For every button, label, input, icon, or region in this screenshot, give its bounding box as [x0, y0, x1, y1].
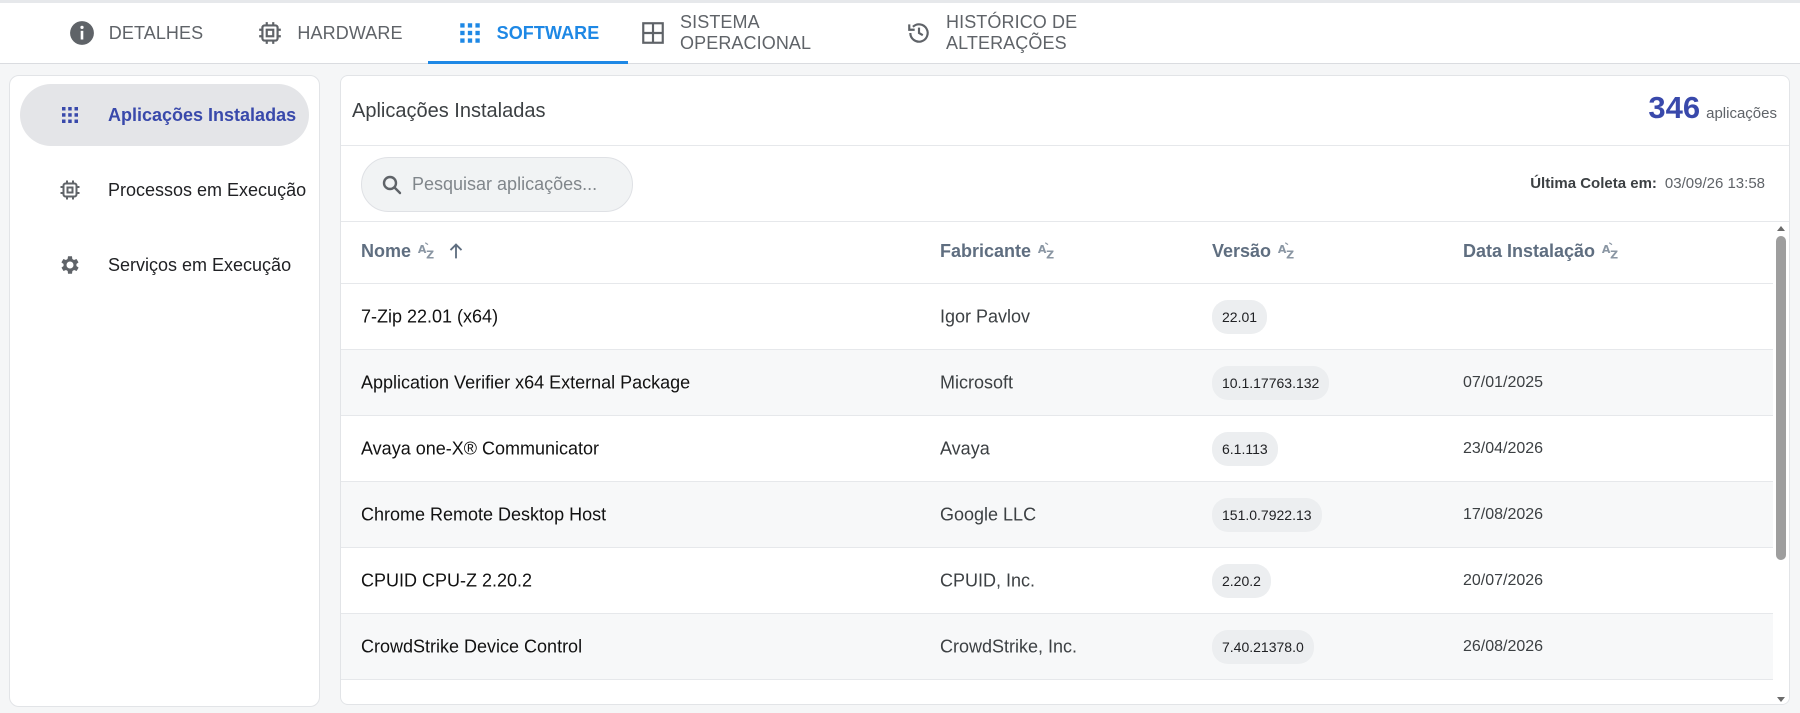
sidebar-item-label: Processos em Execução — [108, 179, 307, 200]
cell-nome: 7-Zip 22.01 (x64) — [361, 306, 499, 326]
page-title: Aplicações Instaladas — [352, 100, 546, 122]
cell-data: 20/07/2026 — [1463, 571, 1544, 589]
app-count: 346 aplicações — [1648, 90, 1777, 126]
cell-data: 26/08/2026 — [1463, 637, 1544, 655]
svg-text:Z: Z — [1286, 248, 1294, 261]
cell-fabricante: Igor Pavlov — [940, 306, 1031, 326]
app-count-label: aplicações — [1706, 105, 1777, 122]
cell-nome: CPUID CPU-Z 2.20.2 — [361, 570, 533, 590]
card-header: Aplicações Instaladas 346 aplicações — [341, 76, 1789, 146]
tab-label: HARDWARE — [297, 22, 403, 43]
cell-fabricante: Microsoft — [940, 372, 1014, 392]
tab-label: SOFTWARE — [496, 22, 600, 43]
version-pill: 2.20.2 — [1212, 563, 1271, 598]
table-row[interactable]: Application Verifier x64 External Packag… — [341, 350, 1773, 416]
last-collect-label: Última Coleta em: — [1530, 175, 1657, 192]
info-icon — [69, 21, 94, 45]
table-header: Nome AZ Fabricante AZ Versão AZ Data Ins… — [341, 222, 1773, 284]
column-header-versao[interactable]: Versão AZ — [1212, 240, 1299, 262]
table-row-partial[interactable] — [341, 680, 1773, 704]
cell-data: 23/04/2026 — [1463, 439, 1544, 457]
cell-data: 07/01/2025 — [1463, 373, 1544, 391]
cell-versao: 7.40.21378.0 — [1212, 629, 1314, 664]
tab-historico[interactable]: HISTÓRICO DE ALTERAÇÕES — [906, 3, 1180, 63]
version-pill: 6.1.113 — [1212, 431, 1278, 466]
software-sidebar: Aplicações Instaladas Processos em Execu… — [9, 75, 320, 707]
version-pill: 10.1.17763.132 — [1212, 365, 1330, 400]
cell-versao: 22.01 — [1212, 299, 1268, 334]
tab-hardware[interactable]: HARDWARE — [250, 3, 410, 63]
sort-az-icon: AZ — [1602, 242, 1618, 261]
search-icon — [382, 175, 402, 195]
sort-az-icon: AZ — [418, 242, 434, 261]
gear-icon — [61, 256, 79, 274]
tab-software[interactable]: SOFTWARE — [428, 3, 628, 64]
cell-fabricante: CPUID, Inc. — [940, 570, 1036, 590]
version-pill: 151.0.7922.13 — [1212, 497, 1322, 532]
column-header-data-instalacao[interactable]: Data Instalação AZ — [1463, 240, 1623, 262]
chip-icon — [60, 180, 80, 200]
tab-label: HISTÓRICO DE ALTERAÇÕES — [946, 12, 1078, 53]
search-input[interactable] — [412, 158, 622, 211]
scroll-up-arrow-icon[interactable] — [1776, 224, 1786, 234]
table-toolbar: Última Coleta em: 03/09/26 13:58 — [341, 146, 1789, 222]
cell-nome: Application Verifier x64 External Packag… — [361, 372, 691, 392]
scroll-down-arrow-icon[interactable] — [1776, 694, 1786, 704]
cell-versao: 2.20.2 — [1212, 563, 1271, 598]
sidebar-item-processos[interactable]: Processos em Execução — [20, 159, 309, 221]
tab-detalhes[interactable]: DETALHES — [54, 3, 218, 63]
table-row[interactable]: CrowdStrike Device Control CrowdStrike, … — [341, 614, 1773, 680]
svg-text:Z: Z — [426, 248, 434, 261]
cell-nome: Chrome Remote Desktop Host — [361, 504, 607, 524]
apps-grid-icon — [62, 107, 78, 123]
column-header-label: Versão — [1212, 240, 1272, 261]
apps-table: Nome AZ Fabricante AZ Versão AZ Data Ins… — [341, 222, 1773, 704]
sort-az-icon: AZ — [1278, 242, 1294, 261]
column-header-label: Nome — [361, 240, 412, 261]
cell-nome: CrowdStrike Device Control — [361, 636, 583, 656]
column-header-fabricante[interactable]: Fabricante AZ — [940, 240, 1059, 262]
last-collect: Última Coleta em: 03/09/26 13:58 — [1530, 175, 1765, 192]
table-row[interactable]: Avaya one-X® Communicator Avaya 6.1.113 … — [341, 416, 1773, 482]
apps-grid-icon — [459, 23, 480, 43]
cell-versao: 10.1.17763.132 — [1212, 365, 1330, 400]
table-row[interactable]: 7-Zip 22.01 (x64) Igor Pavlov 22.01 — [341, 284, 1773, 350]
sort-az-icon: AZ — [1038, 242, 1054, 261]
installed-apps-card: Aplicações Instaladas 346 aplicações Últ… — [340, 75, 1790, 705]
top-tab-bar: DETALHES HARDWARE SOFTWARE SISTEMA OPERA… — [0, 0, 1800, 64]
app-count-number: 346 — [1648, 90, 1701, 125]
cell-fabricante: CrowdStrike, Inc. — [940, 636, 1078, 656]
cell-fabricante: Google LLC — [940, 504, 1037, 524]
cell-versao: 151.0.7922.13 — [1212, 497, 1322, 532]
version-pill: 7.40.21378.0 — [1212, 629, 1314, 664]
column-header-label: Data Instalação — [1463, 240, 1596, 261]
column-header-nome[interactable]: Nome AZ — [361, 240, 467, 262]
svg-text:Z: Z — [1046, 248, 1054, 261]
column-header-label: Fabricante — [940, 240, 1032, 261]
svg-text:Z: Z — [1610, 248, 1618, 261]
table-scrollbar[interactable] — [1773, 222, 1789, 704]
scrollbar-thumb[interactable] — [1776, 236, 1786, 560]
tab-label: SISTEMA OPERACIONAL — [680, 12, 812, 53]
search-box[interactable] — [361, 157, 633, 212]
tab-label: DETALHES — [108, 22, 204, 43]
version-pill: 22.01 — [1212, 299, 1268, 334]
window-grid-icon — [642, 22, 664, 44]
sidebar-item-servicos[interactable]: Serviços em Execução — [20, 234, 309, 296]
cell-versao: 6.1.113 — [1212, 431, 1278, 466]
history-icon — [908, 23, 929, 43]
table-row[interactable]: Chrome Remote Desktop Host Google LLC 15… — [341, 482, 1773, 548]
cell-data: 17/08/2026 — [1463, 505, 1544, 523]
last-collect-value: 03/09/26 13:58 — [1664, 175, 1765, 192]
tab-sistema-operacional[interactable]: SISTEMA OPERACIONAL — [640, 3, 888, 63]
sidebar-item-label: Aplicações Instaladas — [108, 104, 297, 125]
chip-icon — [259, 22, 282, 44]
sidebar-item-aplicacoes[interactable]: Aplicações Instaladas — [20, 84, 309, 146]
arrow-up-icon — [449, 243, 463, 259]
sidebar-item-label: Serviços em Execução — [108, 254, 292, 275]
cell-nome: Avaya one-X® Communicator — [361, 438, 600, 458]
cell-fabricante: Avaya — [940, 438, 990, 458]
table-row[interactable]: CPUID CPU-Z 2.20.2 CPUID, Inc. 2.20.2 20… — [341, 548, 1773, 614]
